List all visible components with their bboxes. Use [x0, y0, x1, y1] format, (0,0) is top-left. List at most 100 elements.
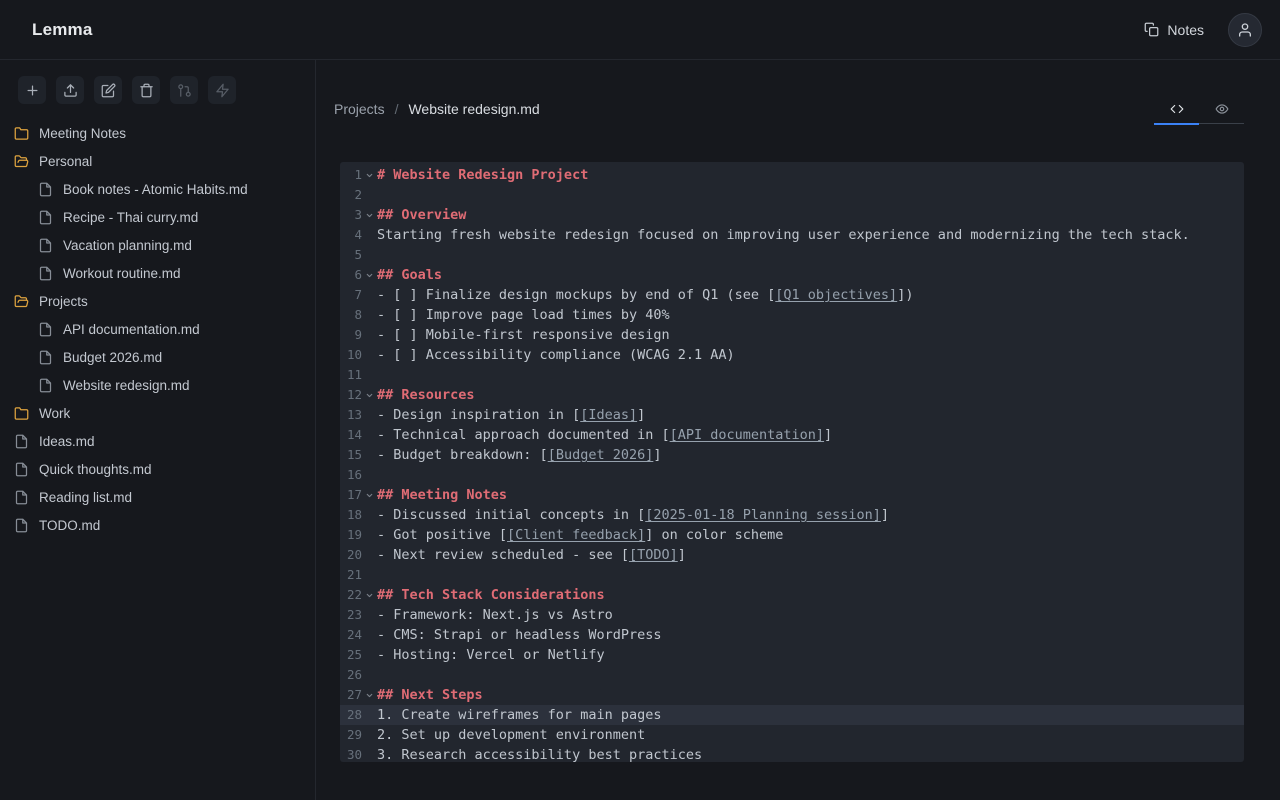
new-note-button[interactable] [18, 76, 46, 104]
editor-line[interactable]: 19- Got positive [[Client feedback]] on … [340, 525, 1244, 545]
tree-item-label: Quick thoughts.md [39, 462, 152, 477]
editor-line[interactable]: 281. Create wireframes for main pages [340, 705, 1244, 725]
copy-stack-icon [1144, 22, 1159, 37]
breadcrumb-parent[interactable]: Projects [334, 101, 385, 117]
editor-line[interactable]: 7- [ ] Finalize design mockups by end of… [340, 285, 1244, 305]
editor-line[interactable]: 3## Overview [340, 205, 1244, 225]
code-text: ] on color scheme [645, 527, 783, 543]
editor-line[interactable]: 1# Website Redesign Project [340, 165, 1244, 185]
tree-file-item[interactable]: Quick thoughts.md [0, 455, 315, 483]
edit-button[interactable] [94, 76, 122, 104]
tree-folder-item[interactable]: Work [0, 399, 315, 427]
tree-file-item[interactable]: Recipe - Thai curry.md [0, 203, 315, 231]
editor-line[interactable]: 6## Goals [340, 265, 1244, 285]
view-tab-preview[interactable] [1199, 94, 1244, 124]
quick-actions-button[interactable] [208, 76, 236, 104]
tree-file-item[interactable]: Reading list.md [0, 483, 315, 511]
editor-line[interactable]: 23- Framework: Next.js vs Astro [340, 605, 1244, 625]
upload-button[interactable] [56, 76, 84, 104]
editor-line[interactable]: 303. Research accessibility best practic… [340, 745, 1244, 762]
git-merge-button[interactable] [170, 76, 198, 104]
line-content: - CMS: Strapi or headless WordPress [377, 625, 1244, 645]
markdown-heading: # Website Redesign Project [377, 167, 588, 183]
line-number: 28 [340, 705, 362, 725]
file-icon [38, 322, 53, 337]
editor-line[interactable]: 21 [340, 565, 1244, 585]
fold-chevron-icon[interactable] [362, 171, 377, 180]
editor-line[interactable]: 17## Meeting Notes [340, 485, 1244, 505]
wiki-link[interactable]: [Q1 objectives] [775, 287, 897, 303]
editor-line[interactable]: 12## Resources [340, 385, 1244, 405]
editor-line[interactable]: 5 [340, 245, 1244, 265]
line-content: - Got positive [[Client feedback]] on co… [377, 525, 1244, 545]
line-content: Starting fresh website redesign focused … [377, 225, 1244, 245]
editor-line[interactable]: 11 [340, 365, 1244, 385]
editor-line[interactable]: 292. Set up development environment [340, 725, 1244, 745]
sidebar: Meeting NotesPersonalBook notes - Atomic… [0, 60, 316, 800]
fold-chevron-icon[interactable] [362, 691, 377, 700]
wiki-link[interactable]: [Client feedback] [507, 527, 645, 543]
wiki-link[interactable]: [Budget 2026] [548, 447, 654, 463]
tree-file-item[interactable]: Vacation planning.md [0, 231, 315, 259]
tree-file-item[interactable]: Budget 2026.md [0, 343, 315, 371]
folder-open-icon [14, 294, 29, 309]
code-text: - CMS: Strapi or headless WordPress [377, 627, 661, 643]
editor-line[interactable]: 2 [340, 185, 1244, 205]
tree-file-item[interactable]: TODO.md [0, 511, 315, 539]
editor-line[interactable]: 25- Hosting: Vercel or Netlify [340, 645, 1244, 665]
line-content: - Budget breakdown: [[Budget 2026]] [377, 445, 1244, 465]
tree-item-label: Website redesign.md [63, 378, 190, 393]
editor-line[interactable]: 4Starting fresh website redesign focused… [340, 225, 1244, 245]
main-header: Projects / Website redesign.md [334, 94, 1244, 124]
tree-file-item[interactable]: API documentation.md [0, 315, 315, 343]
view-tab-source[interactable] [1154, 94, 1199, 124]
markdown-heading: ## Next Steps [377, 687, 483, 703]
notes-button[interactable]: Notes [1134, 14, 1214, 46]
delete-button[interactable] [132, 76, 160, 104]
tree-file-item[interactable]: Workout routine.md [0, 259, 315, 287]
fold-chevron-icon[interactable] [362, 271, 377, 280]
tree-folder-item[interactable]: Personal [0, 147, 315, 175]
editor-line[interactable]: 20- Next review scheduled - see [[TODO]] [340, 545, 1244, 565]
avatar-button[interactable] [1228, 13, 1262, 47]
tree-file-item[interactable]: Ideas.md [0, 427, 315, 455]
editor-line[interactable]: 13 - Design inspiration in [[Ideas]] [340, 405, 1244, 425]
tree-file-item[interactable]: Book notes - Atomic Habits.md [0, 175, 315, 203]
editor-line[interactable]: 10- [ ] Accessibility compliance (WCAG 2… [340, 345, 1244, 365]
file-icon [38, 266, 53, 281]
line-content: ## Resources [377, 385, 1244, 405]
fold-chevron-icon[interactable] [362, 491, 377, 500]
editor-line[interactable]: 26 [340, 665, 1244, 685]
wiki-link[interactable]: [TODO] [629, 547, 678, 563]
editor-line[interactable]: 24- CMS: Strapi or headless WordPress [340, 625, 1244, 645]
fold-chevron-icon[interactable] [362, 211, 377, 220]
line-content: - Design inspiration in [[Ideas]] [377, 405, 1244, 425]
editor[interactable]: 1# Website Redesign Project23## Overview… [340, 162, 1244, 762]
editor-line[interactable]: 15- Budget breakdown: [[Budget 2026]] [340, 445, 1244, 465]
tree-folder-item[interactable]: Meeting Notes [0, 119, 315, 147]
fold-chevron-icon[interactable] [362, 391, 377, 400]
markdown-heading: ## Tech Stack Considerations [377, 587, 605, 603]
editor-line[interactable]: 9- [ ] Mobile-first responsive design [340, 325, 1244, 345]
fold-chevron-icon[interactable] [362, 591, 377, 600]
tree-folder-item[interactable]: Projects [0, 287, 315, 315]
editor-line[interactable]: 22## Tech Stack Considerations [340, 585, 1244, 605]
editor-line[interactable]: 18- Discussed initial concepts in [[2025… [340, 505, 1244, 525]
code-text: - Hosting: Vercel or Netlify [377, 647, 605, 663]
code-text: - Next review scheduled - see [ [377, 547, 629, 563]
wiki-link[interactable]: [Ideas] [580, 407, 637, 423]
wiki-link[interactable]: [API documentation] [670, 427, 824, 443]
editor-line[interactable]: 27## Next Steps [340, 685, 1244, 705]
tree-file-item[interactable]: Website redesign.md [0, 371, 315, 399]
file-icon [38, 182, 53, 197]
editor-line[interactable]: 16 [340, 465, 1244, 485]
app-title: Lemma [32, 20, 93, 40]
wiki-link[interactable]: [2025-01-18 Planning session] [645, 507, 881, 523]
file-icon [14, 462, 29, 477]
line-number: 2 [340, 185, 362, 205]
trash-icon [139, 83, 154, 98]
editor-line[interactable]: 14- Technical approach documented in [[A… [340, 425, 1244, 445]
line-number: 13 [340, 405, 362, 425]
code-text: - Design inspiration in [ [377, 407, 580, 423]
editor-line[interactable]: 8- [ ] Improve page load times by 40% [340, 305, 1244, 325]
